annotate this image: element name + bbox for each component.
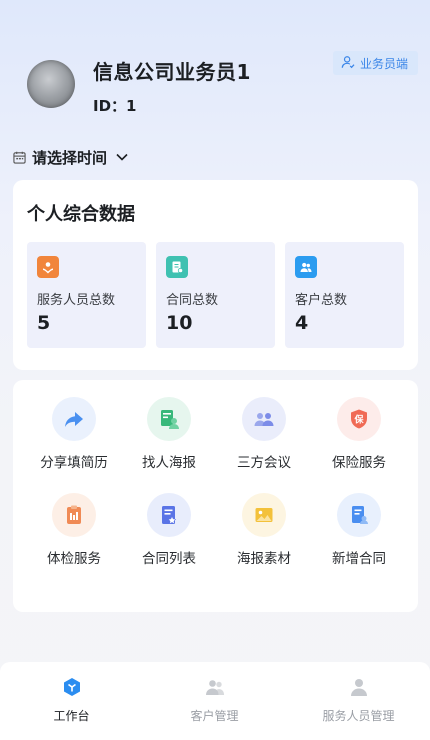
tab-workbench[interactable]: 工作台 <box>0 676 143 724</box>
workbench-icon <box>0 676 143 698</box>
stat-label: 客户总数 <box>295 293 348 308</box>
stat-contracts[interactable]: 合同总数 10 <box>156 242 275 348</box>
stat-value: 4 <box>295 312 309 334</box>
tab-label: 客户管理 <box>190 709 239 723</box>
time-picker-label: 请选择时间 <box>32 148 108 167</box>
calendar-icon <box>13 151 26 164</box>
find-person-poster-button[interactable]: 找人海报 <box>124 397 214 477</box>
feature-label: 三方会议 <box>237 455 291 471</box>
new-contract-button[interactable]: 新增合同 <box>314 493 404 573</box>
poster-material-button[interactable]: 海报素材 <box>219 493 309 573</box>
contract-list-icon <box>147 493 191 537</box>
poster-person-icon <box>147 397 191 441</box>
stats-title: 个人综合数据 <box>27 204 135 225</box>
stat-customers[interactable]: 客户总数 4 <box>285 242 404 348</box>
insurance-icon: 保 <box>337 397 381 441</box>
tab-staff-manage[interactable]: 服务人员管理 <box>287 676 430 724</box>
stat-value: 5 <box>37 312 51 334</box>
feature-label: 新增合同 <box>332 551 386 567</box>
insurance-service-button[interactable]: 保 保险服务 <box>314 397 404 477</box>
contract-list-button[interactable]: 合同列表 <box>124 493 214 573</box>
tab-label: 工作台 <box>53 709 90 723</box>
svg-text:保: 保 <box>353 414 364 426</box>
contract-icon <box>166 256 188 278</box>
meeting-icon <box>242 397 286 441</box>
tab-customer-manage[interactable]: 客户管理 <box>143 676 286 724</box>
role-badge[interactable]: 业务员端 <box>332 51 418 75</box>
feature-label: 找人海报 <box>142 455 196 471</box>
stat-value: 10 <box>166 312 193 334</box>
user-icon <box>341 55 355 72</box>
tab-label: 服务人员管理 <box>322 709 395 723</box>
tripartite-meeting-button[interactable]: 三方会议 <box>219 397 309 477</box>
company-name: 信息公司业务员1 <box>93 60 251 84</box>
profile-header: 信息公司业务员1 ID：1 业务员端 <box>0 0 430 140</box>
feature-label: 保险服务 <box>332 455 386 471</box>
avatar[interactable] <box>27 60 75 108</box>
feature-label: 体检服务 <box>47 551 101 567</box>
stat-service-staff[interactable]: 服务人员总数 5 <box>27 242 146 348</box>
customer-manage-icon <box>143 676 286 698</box>
share-resume-button[interactable]: 分享填简历 <box>29 397 119 477</box>
stat-label: 服务人员总数 <box>37 293 116 308</box>
poster-material-icon <box>242 493 286 537</box>
service-staff-icon <box>37 256 59 278</box>
time-picker[interactable]: 请选择时间 <box>13 146 129 168</box>
personal-stats-card: 个人综合数据 服务人员总数 5 合同总数 10 客户总数 4 <box>13 180 418 370</box>
share-arrow-icon <box>52 397 96 441</box>
checkup-icon <box>52 493 96 537</box>
stat-label: 合同总数 <box>166 293 219 308</box>
feature-label: 分享填简历 <box>40 455 108 471</box>
feature-label: 海报素材 <box>237 551 291 567</box>
customers-icon <box>295 256 317 278</box>
staff-manage-icon <box>287 676 430 698</box>
new-contract-icon <box>337 493 381 537</box>
features-card: 分享填简历 找人海报 三方会议 保 保险服务 体检服务 合同列表 海报素材 新增… <box>13 380 418 612</box>
feature-label: 合同列表 <box>142 551 196 567</box>
role-badge-label: 业务员端 <box>359 56 408 71</box>
bottom-tab-bar: 工作台 客户管理 服务人员管理 <box>0 662 430 740</box>
chevron-down-icon <box>113 150 129 164</box>
checkup-service-button[interactable]: 体检服务 <box>29 493 119 573</box>
user-id: ID：1 <box>93 97 137 115</box>
